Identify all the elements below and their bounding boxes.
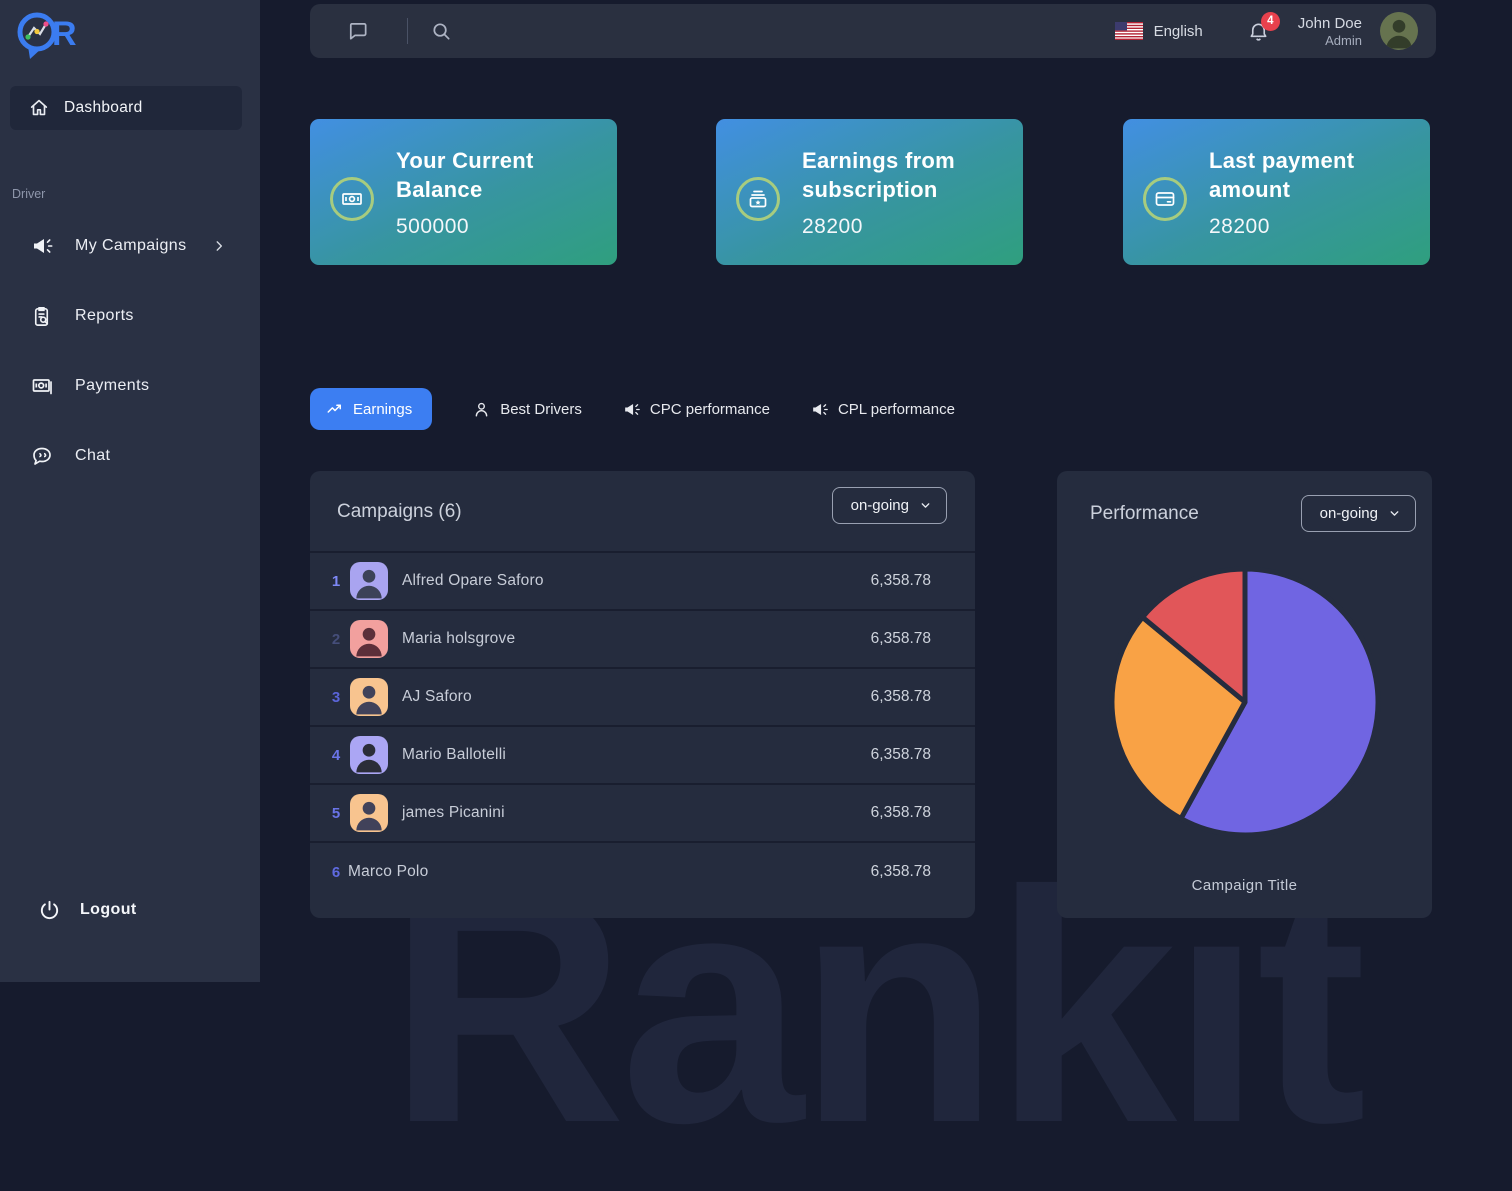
performance-title: Performance <box>1090 503 1199 525</box>
performance-pie <box>1098 555 1392 849</box>
driver-value: 6,358.78 <box>871 863 931 881</box>
notification-badge: 4 <box>1261 12 1280 31</box>
sidebar-item-label: My Campaigns <box>75 237 187 255</box>
home-icon <box>28 97 50 119</box>
svg-text:R: R <box>52 15 77 53</box>
campaigns-header: Campaigns (6) on-going <box>310 471 975 553</box>
driver-value: 6,358.78 <box>871 630 931 648</box>
campaign-row[interactable]: 5 james Picanini 6,358.78 <box>310 785 975 843</box>
driver-name: Maria holsgrove <box>402 630 515 648</box>
driver-name: Marco Polo <box>348 863 428 881</box>
us-flag-icon <box>1115 22 1143 40</box>
driver-avatar <box>350 678 388 716</box>
campaigns-list: 1 Alfred Opare Saforo 6,358.78 2 Maria h… <box>310 553 975 901</box>
logout-button[interactable]: Logout <box>0 888 260 932</box>
driver-avatar <box>350 794 388 832</box>
search-icon[interactable] <box>430 20 453 43</box>
driver-name: Mario Ballotelli <box>402 746 506 764</box>
banknote-icon <box>330 177 374 221</box>
sidebar-item-chat[interactable]: Chat <box>0 434 260 478</box>
driver-value: 6,358.78 <box>871 804 931 822</box>
card-title: Last payment amount <box>1209 146 1419 204</box>
card-value: 28200 <box>1209 215 1270 239</box>
user-menu[interactable]: John Doe Admin <box>1298 15 1362 48</box>
notifications-button[interactable]: 4 <box>1247 20 1270 43</box>
campaign-row[interactable]: 2 Maria holsgrove 6,358.78 <box>310 611 975 669</box>
chevron-down-icon <box>919 499 932 512</box>
sidebar-item-dashboard[interactable]: Dashboard <box>10 86 242 130</box>
performance-filter-dropdown[interactable]: on-going <box>1301 495 1416 532</box>
card-value: 500000 <box>396 215 469 239</box>
report-search-icon <box>30 305 54 328</box>
chat-bubble-icon <box>30 444 54 468</box>
topbar: English 4 John Doe Admin <box>310 4 1436 58</box>
sidebar-item-payments[interactable]: Payments <box>0 364 260 408</box>
app-logo[interactable]: R <box>12 10 78 62</box>
sidebar-section-driver: Driver <box>12 187 45 201</box>
driver-avatar <box>350 736 388 774</box>
sidebar-item-my-campaigns[interactable]: My Campaigns <box>0 224 260 268</box>
driver-name: AJ Saforo <box>402 688 472 706</box>
last-payment-card: Last payment amount 28200 <box>1123 119 1430 265</box>
user-role: Admin <box>1298 33 1362 48</box>
driver-avatar <box>350 562 388 600</box>
driver-value: 6,358.78 <box>871 688 931 706</box>
campaigns-filter-dropdown[interactable]: on-going <box>832 487 947 524</box>
person-icon <box>472 400 491 419</box>
megaphone-icon <box>30 234 54 258</box>
subscription-earnings-card: Earnings from subscription 28200 <box>716 119 1023 265</box>
tab-cpl-performance[interactable]: CPL performance <box>810 400 955 419</box>
card-title: Earnings from subscription <box>802 146 1012 204</box>
card-value: 28200 <box>802 215 863 239</box>
language-selector[interactable]: English <box>1115 22 1203 40</box>
megaphone-icon <box>622 400 641 419</box>
card-title: Your Current Balance <box>396 146 606 204</box>
tab-earnings[interactable]: Earnings <box>310 388 432 430</box>
sidebar-item-label: Reports <box>75 307 134 325</box>
messages-icon[interactable] <box>346 20 369 43</box>
sidebar-item-label: Dashboard <box>64 99 143 117</box>
driver-name: james Picanini <box>402 804 505 822</box>
power-icon <box>38 899 60 922</box>
user-name: John Doe <box>1298 15 1362 32</box>
campaign-row[interactable]: 3 AJ Saforo 6,358.78 <box>310 669 975 727</box>
pie-caption: Campaign Title <box>1057 877 1432 894</box>
credit-card-icon <box>1143 177 1187 221</box>
user-avatar[interactable] <box>1380 12 1418 50</box>
tab-bar: Earnings Best Drivers CPC performance CP… <box>310 388 955 430</box>
driver-value: 6,358.78 <box>871 746 931 764</box>
chevron-down-icon <box>1388 507 1401 520</box>
language-label: English <box>1154 23 1203 40</box>
campaign-row[interactable]: 1 Alfred Opare Saforo 6,358.78 <box>310 553 975 611</box>
banknote-icon <box>30 374 54 398</box>
performance-header: Performance on-going <box>1057 471 1432 555</box>
driver-value: 6,358.78 <box>871 572 931 590</box>
sidebar-item-reports[interactable]: Reports <box>0 294 260 338</box>
sidebar-item-label: Chat <box>75 447 110 465</box>
performance-pie-chart <box>1098 555 1392 849</box>
topbar-divider <box>407 18 408 44</box>
driver-avatar <box>350 620 388 658</box>
tab-cpc-performance[interactable]: CPC performance <box>622 400 770 419</box>
balance-card: Your Current Balance 500000 <box>310 119 617 265</box>
sidebar-item-label: Payments <box>75 377 149 395</box>
logout-label: Logout <box>80 901 137 919</box>
chevron-right-icon <box>212 239 226 253</box>
performance-panel: Performance on-going Campaign Title <box>1057 471 1432 918</box>
campaigns-panel: Campaigns (6) on-going 1 Alfred Opare Sa… <box>310 471 975 918</box>
sidebar: R Dashboard Driver My Campaigns <box>0 0 260 982</box>
campaigns-title: Campaigns (6) <box>337 501 462 523</box>
campaign-row[interactable]: 4 Mario Ballotelli 6,358.78 <box>310 727 975 785</box>
trending-up-icon <box>326 400 344 418</box>
megaphone-icon <box>810 400 829 419</box>
tab-best-drivers[interactable]: Best Drivers <box>472 400 582 419</box>
campaign-row[interactable]: 6 Marco Polo 6,358.78 <box>310 843 975 901</box>
driver-name: Alfred Opare Saforo <box>402 572 544 590</box>
subscription-icon <box>736 177 780 221</box>
